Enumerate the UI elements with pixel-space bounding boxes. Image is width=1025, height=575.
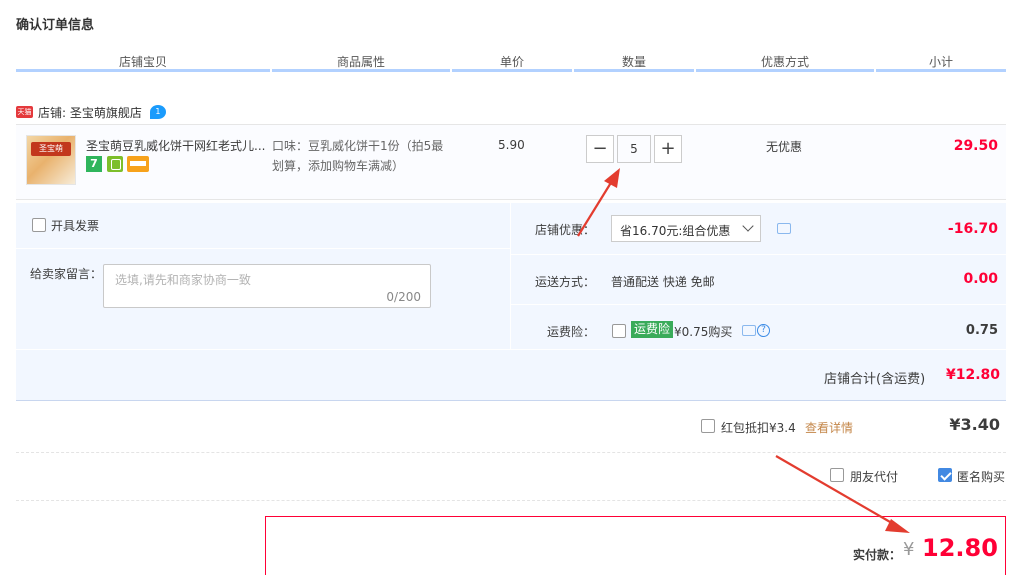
arrow-to-quantity [577,168,620,237]
annotation-arrows [577,168,910,533]
arrow-to-payment [775,455,910,533]
